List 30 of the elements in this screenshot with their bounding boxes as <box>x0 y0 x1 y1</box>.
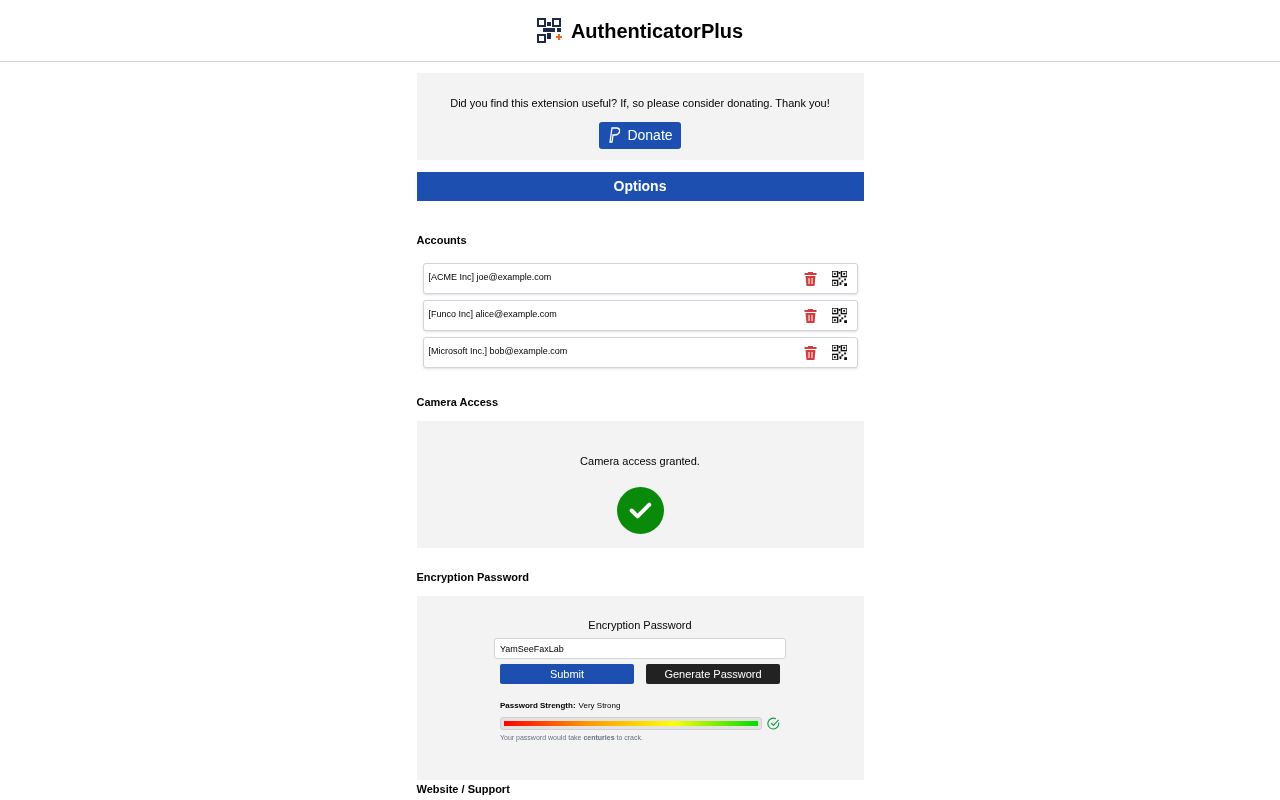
camera-status: Camera access granted. <box>580 454 700 469</box>
account-row[interactable]: [Funco Inc] alice@example.com <box>422 299 858 331</box>
account-row[interactable]: [ACME Inc] joe@example.com <box>422 262 858 294</box>
account-label: [ACME Inc] joe@example.com <box>428 271 553 285</box>
qr-code-icon <box>831 270 847 286</box>
app-title: AuthenticatorPlus <box>570 18 744 44</box>
section-heading: Website / Support <box>416 782 511 796</box>
qr-code-icon <box>831 307 847 323</box>
trash-icon[interactable] <box>803 270 817 286</box>
trash-icon[interactable] <box>803 344 817 360</box>
generate-password-button[interactable]: Generate Password <box>646 664 780 684</box>
logo-icon <box>536 17 563 44</box>
account-label: [Funco Inc] alice@example.com <box>428 308 558 322</box>
strength-label: Password Strength: <box>500 700 576 712</box>
account-label: [Microsoft Inc.] bob@example.com <box>428 345 569 359</box>
qr-code-icon <box>831 344 847 360</box>
section-heading: Encryption Password <box>416 570 530 585</box>
paypal-icon <box>607 127 622 143</box>
section-heading: Accounts <box>416 233 468 248</box>
donate-message: Did you find this extension useful? If, so please consider donating. Thank you! <box>450 96 830 111</box>
trash-icon[interactable] <box>803 307 817 323</box>
section-heading: Camera Access <box>416 394 500 410</box>
password-field[interactable]: YamSeeFaxLab <box>494 638 786 659</box>
field-label: Encryption Password <box>588 617 692 633</box>
options-bar: Options <box>416 172 864 201</box>
account-row[interactable]: [Microsoft Inc.] bob@example.com <box>422 336 858 368</box>
submit-button[interactable]: Submit <box>500 664 634 684</box>
check-icon <box>767 717 780 730</box>
strength-value: Very Strong <box>578 700 621 712</box>
donate-button[interactable]: Donate <box>599 121 681 149</box>
